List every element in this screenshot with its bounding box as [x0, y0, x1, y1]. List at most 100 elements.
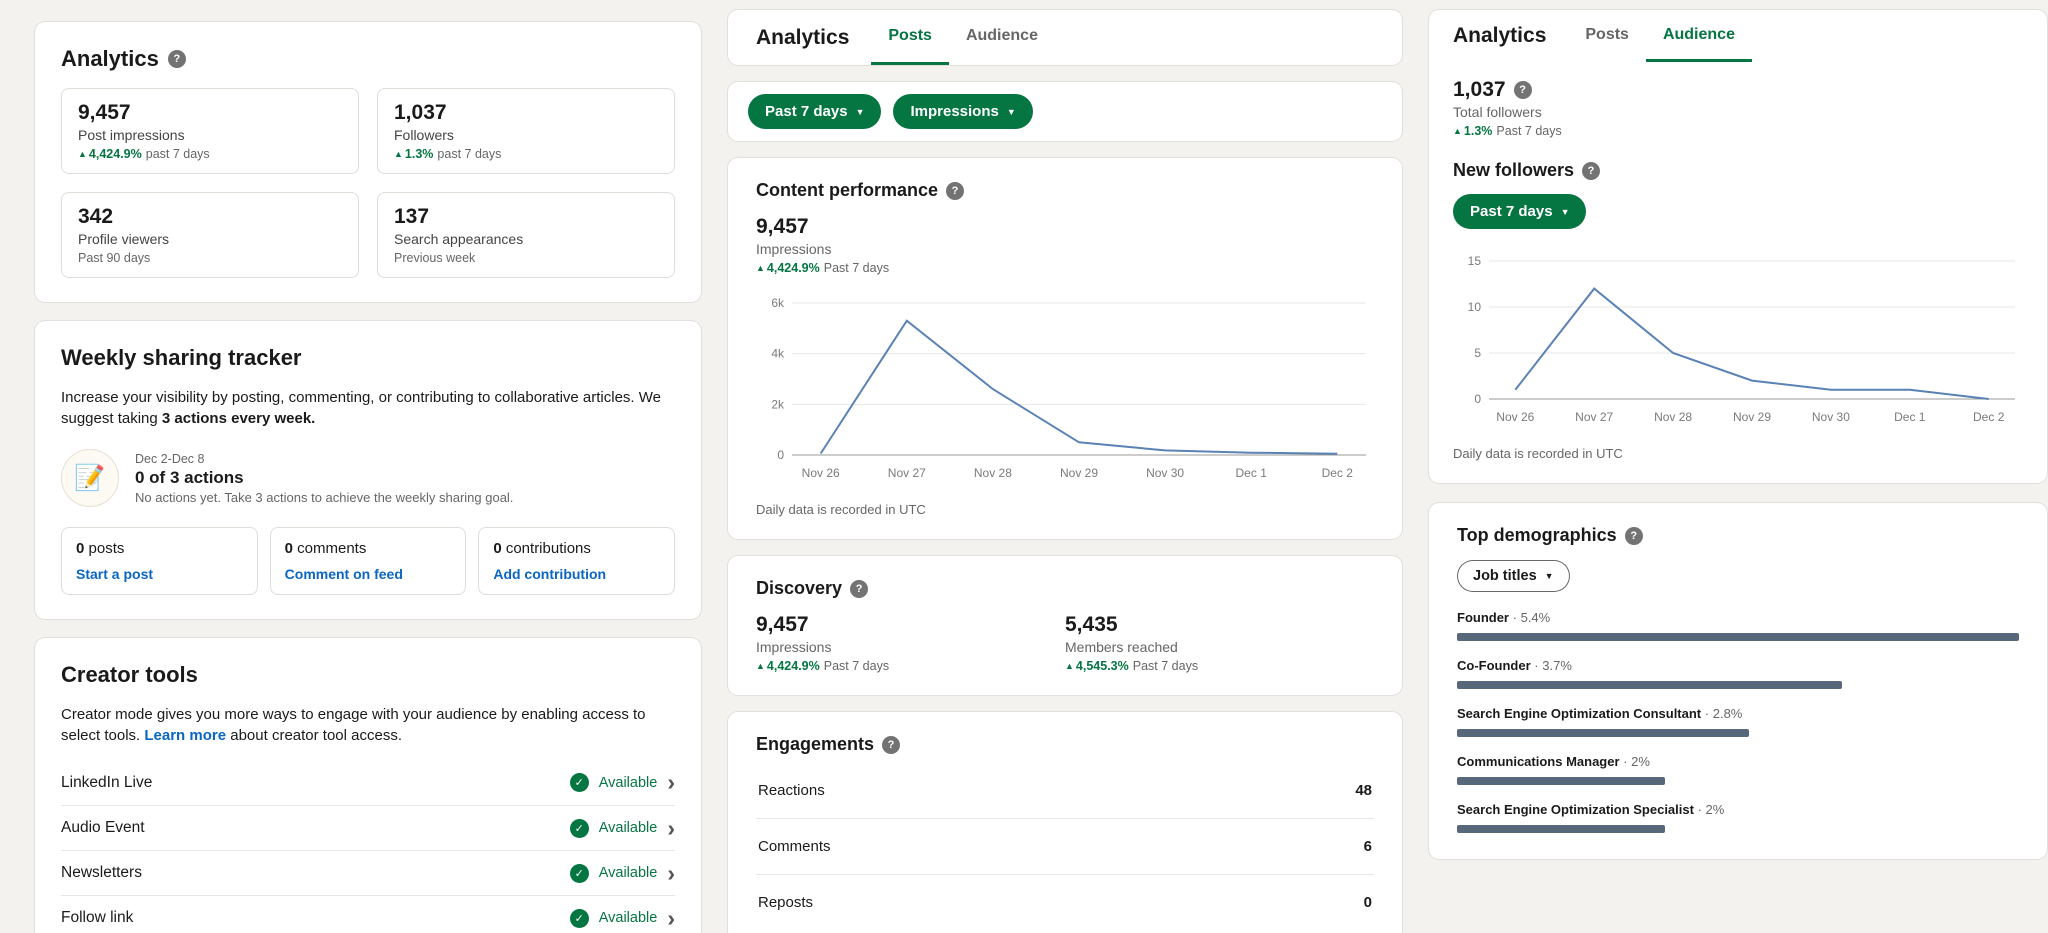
svg-text:Dec 1: Dec 1 [1894, 410, 1926, 424]
weekly-tracker-title: Weekly sharing tracker [61, 345, 675, 371]
total-followers-row: 1,037 ? [1453, 78, 2023, 102]
svg-text:Nov 26: Nov 26 [802, 466, 840, 480]
svg-text:6k: 6k [771, 296, 785, 310]
svg-text:Nov 26: Nov 26 [1496, 410, 1534, 424]
stat-period: past 7 days [146, 147, 210, 161]
comment-on-feed-link[interactable]: Comment on feed [285, 566, 452, 582]
top-demographics-card: Top demographics ? Job titles ▼ Founder … [1429, 503, 2047, 859]
date-range-filter-button[interactable]: Past 7 days ▼ [748, 94, 881, 129]
tool-row-audio-event[interactable]: Audio Event ✓ Available › [61, 805, 675, 850]
chevron-right-icon: › [667, 817, 675, 840]
engagement-row-comments: Comments 6 [756, 818, 1374, 874]
svg-text:Nov 27: Nov 27 [888, 466, 926, 480]
stat-value: 342 [78, 205, 342, 229]
tab-audience[interactable]: Audience [1646, 10, 1752, 62]
stat-change-pct: 4,424.9% [89, 147, 142, 161]
creator-tools-description: Creator mode gives you more ways to enga… [61, 704, 675, 746]
weekly-actions: 0 posts Start a post 0 comments Comment … [61, 527, 675, 595]
svg-text:Nov 30: Nov 30 [1146, 466, 1184, 480]
help-icon[interactable]: ? [882, 736, 900, 754]
stat-followers[interactable]: 1,037 Followers ▲1.3%past 7 days [377, 88, 675, 174]
engagements-list: Reactions 48 Comments 6 Reposts 0 [756, 763, 1374, 930]
check-circle-icon: ✓ [570, 909, 589, 928]
up-arrow-icon: ▲ [756, 661, 765, 671]
help-icon[interactable]: ? [850, 580, 868, 598]
linkedin-analytics-dashboard: Analytics ? 9,457 Post impressions ▲4,42… [0, 0, 2048, 933]
stat-post-impressions[interactable]: 9,457 Post impressions ▲4,424.9%past 7 d… [61, 88, 359, 174]
demographic-item-communications-manager: Communications Manager · 2% [1457, 754, 2019, 785]
weekly-desc-bold: 3 actions every week. [162, 410, 315, 427]
svg-text:Dec 2: Dec 2 [1973, 410, 2005, 424]
posts-action-box: 0 posts Start a post [61, 527, 258, 595]
page-title: Analytics [756, 26, 849, 50]
tab-audience[interactable]: Audience [949, 10, 1055, 65]
tool-status: Available [599, 775, 658, 791]
discovery-members-reached: 5,435 Members reached ▲4,545.3%Past 7 da… [1065, 613, 1374, 673]
engagements-title: Engagements ? [756, 734, 1374, 755]
tab-posts[interactable]: Posts [1568, 10, 1646, 62]
tracker-clipboard-icon: 📝 [61, 449, 119, 507]
stat-change: ▲4,424.9%past 7 days [78, 147, 342, 161]
stat-period-only: Previous week [394, 251, 658, 265]
total-followers-change: ▲1.3%Past 7 days [1453, 124, 2023, 138]
stat-period-only: Past 90 days [78, 251, 342, 265]
tab-posts[interactable]: Posts [871, 10, 949, 65]
stat-period: Past 90 days [78, 251, 150, 265]
total-followers-value: 1,037 [1453, 78, 1506, 102]
stats-grid: 9,457 Post impressions ▲4,424.9%past 7 d… [61, 88, 675, 278]
posts-analytics-column: Analytics Posts Audience Past 7 days ▼ I… [728, 10, 1402, 933]
analytics-overview-title-text: Analytics [61, 46, 159, 72]
impressions-label: Impressions [756, 241, 1374, 257]
svg-text:Dec 1: Dec 1 [1236, 466, 1268, 480]
svg-text:Nov 30: Nov 30 [1812, 410, 1850, 424]
start-a-post-link[interactable]: Start a post [76, 566, 243, 582]
engagement-row-reposts: Reposts 0 [756, 874, 1374, 930]
progress-text-block: Dec 2-Dec 8 0 of 3 actions No actions ye… [135, 452, 513, 505]
help-icon[interactable]: ? [168, 50, 186, 68]
filters-bar: Past 7 days ▼ Impressions ▼ [728, 82, 1402, 141]
creator-tools-list: LinkedIn Live ✓ Available › Audio Event … [61, 760, 675, 933]
contributions-count: 0 contributions [493, 540, 660, 557]
stat-profile-viewers[interactable]: 342 Profile viewers Past 90 days [61, 192, 359, 278]
followers-date-filter-button[interactable]: Past 7 days ▼ [1453, 194, 1586, 229]
impressions-change: ▲4,424.9%Past 7 days [756, 261, 1374, 275]
demographic-item-seo-specialist: Search Engine Optimization Specialist · … [1457, 802, 2019, 833]
stat-value: 1,037 [394, 101, 658, 125]
stat-change: ▲1.3%past 7 days [394, 147, 658, 161]
demographics-category-filter-button[interactable]: Job titles ▼ [1457, 560, 1570, 592]
help-icon[interactable]: ? [1582, 162, 1600, 180]
tool-row-follow-link[interactable]: Follow link ✓ Available › [61, 895, 675, 933]
demographic-bar [1457, 681, 1842, 689]
tool-status: Available [599, 865, 658, 881]
weekly-sharing-tracker-card: Weekly sharing tracker Increase your vis… [35, 321, 701, 619]
metric-filter-button[interactable]: Impressions ▼ [893, 94, 1032, 129]
up-arrow-icon: ▲ [1453, 126, 1462, 136]
demographics-list: Founder · 5.4% Co-Founder · 3.7% Search … [1457, 610, 2019, 833]
analytics-overview-card: Analytics ? 9,457 Post impressions ▲4,42… [35, 22, 701, 302]
tracker-progress-count: 0 of 3 actions [135, 468, 513, 488]
tracker-date-range: Dec 2-Dec 8 [135, 452, 513, 466]
learn-more-link[interactable]: Learn more [144, 727, 226, 744]
help-icon[interactable]: ? [1625, 527, 1643, 545]
total-followers-label: Total followers [1453, 104, 2023, 120]
impressions-value: 9,457 [756, 215, 1374, 239]
help-icon[interactable]: ? [1514, 81, 1532, 99]
stat-search-appearances[interactable]: 137 Search appearances Previous week [377, 192, 675, 278]
clipboard-emoji: 📝 [74, 464, 105, 493]
stat-period: past 7 days [437, 147, 501, 161]
stat-label: Profile viewers [78, 231, 342, 247]
chevron-right-icon: › [667, 771, 675, 794]
help-icon[interactable]: ? [946, 182, 964, 200]
left-column: Analytics ? 9,457 Post impressions ▲4,42… [35, 22, 701, 933]
comments-count: 0 comments [285, 540, 452, 557]
up-arrow-icon: ▲ [1065, 661, 1074, 671]
demographic-bar [1457, 633, 2019, 641]
demographic-item-seo-consultant: Search Engine Optimization Consultant · … [1457, 706, 2019, 737]
audience-analytics-card: Analytics Posts Audience 1,037 ? Total f… [1429, 10, 2047, 483]
tool-row-newsletters[interactable]: Newsletters ✓ Available › [61, 850, 675, 895]
tool-row-linkedin-live[interactable]: LinkedIn Live ✓ Available › [61, 760, 675, 805]
stat-label: Post impressions [78, 127, 342, 143]
svg-text:Nov 27: Nov 27 [1575, 410, 1613, 424]
add-contribution-link[interactable]: Add contribution [493, 566, 660, 582]
top-demographics-title: Top demographics ? [1457, 525, 2019, 546]
